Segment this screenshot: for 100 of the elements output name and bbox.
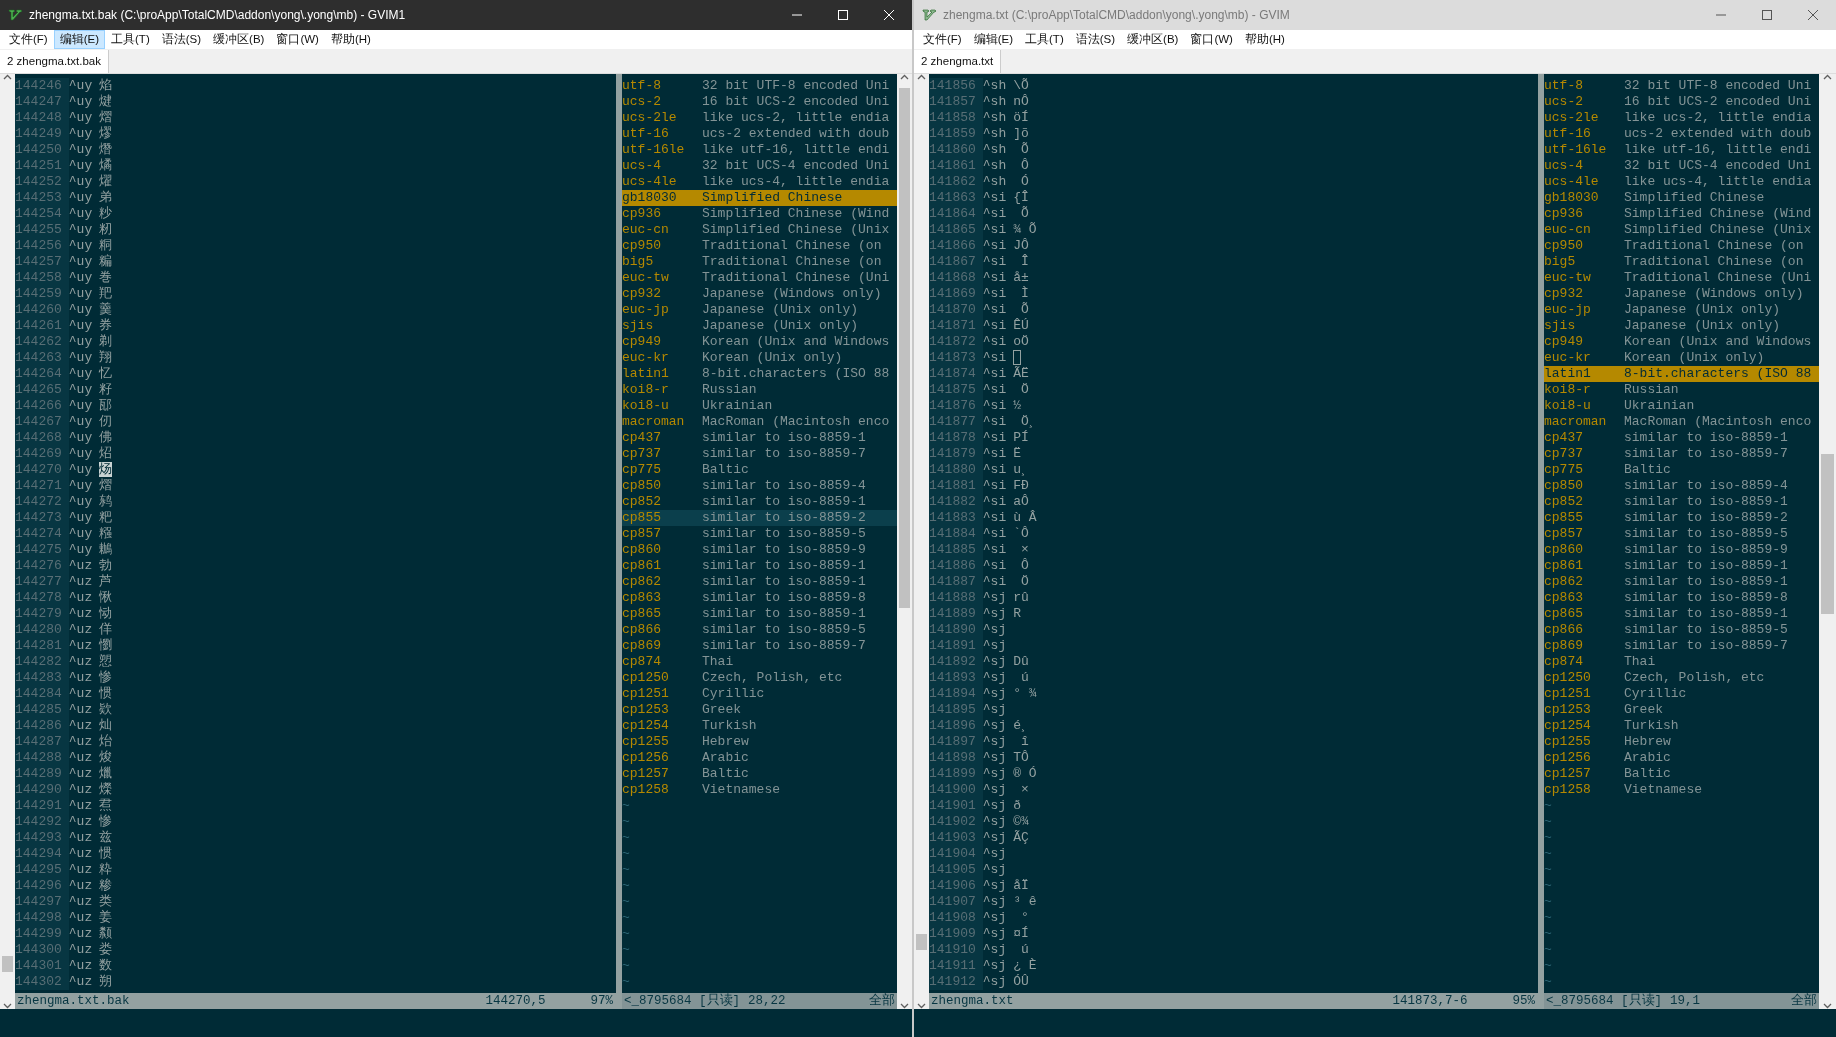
line-text: î [1020,734,1029,750]
menu-item[interactable]: 文件(F) [917,30,968,49]
line-code: ^uy [68,270,93,286]
scrollbar[interactable] [914,74,929,1009]
line-text: ÓÛ [1013,974,1029,990]
scroll-down-icon[interactable] [1823,1003,1832,1009]
line-code: ^uz [68,654,93,670]
encoding-name: ucs-2 [622,94,662,110]
encoding-name: cp1258 [1544,782,1592,798]
encoding-description: 32 bit UCS-4 encoded Uni [1624,158,1812,174]
line-text: ù Â [1013,510,1037,526]
scroll-up-icon[interactable] [3,74,12,80]
line-number: 141879 [929,446,983,462]
encoding-description: similar to iso-8859-1 [1624,606,1788,622]
line-code: ^uy [68,478,93,494]
line-code: ^uy [68,174,93,190]
filler-line: ~ [622,862,631,878]
menu-item[interactable]: 窗口(W) [1184,30,1239,49]
line-text: 佛 [99,430,113,446]
line-number: 141885 [929,542,983,558]
line-number: 144252 [15,174,69,190]
line-code: ^si [982,238,1007,254]
line-text: Î [1020,254,1029,270]
menu-item[interactable]: 语法(S) [155,30,208,49]
tab[interactable]: 2 zhengma.txt.bak [0,49,109,73]
menu-item[interactable]: 帮助(H) [324,30,377,49]
window-title: zhengma.txt.bak (C:\proApp\TotalCMD\addon\yong\.yong\mb) - GVIM1 [29,7,406,24]
menu-item[interactable]: 工具(T) [105,30,156,49]
line-code: ^sj [982,974,1007,990]
line-code: ^sh [982,78,1007,94]
line-text: Ë [1013,446,1022,462]
menu-item[interactable]: 缓冲区(B) [1121,30,1185,49]
encoding-name: cp1257 [622,766,670,782]
line-number: 141881 [929,478,983,494]
encoding-name: cp1251 [622,686,670,702]
menu-item[interactable]: 语法(S) [1069,30,1122,49]
line-number: 141871 [929,318,983,334]
encoding-description: similar to iso-8859-4 [702,478,866,494]
encoding-description: like ucs-4, little endia [702,174,890,190]
line-code: ^si [982,414,1007,430]
maximize-icon [1762,10,1772,20]
line-code: ^uz [68,750,93,766]
line-text: 炲 [99,734,113,750]
line-code: ^sj [982,686,1007,702]
menu-item[interactable]: 编辑(E) [53,30,106,49]
line-code: ^uz [68,862,93,878]
line-code: ^uy [68,366,93,382]
encoding-description: similar to iso-8859-1 [1624,558,1788,574]
line-code: ^uy [68,94,93,110]
scroll-down-icon[interactable] [3,1003,12,1009]
encoding-description: similar to iso-8859-5 [702,526,866,542]
menu-item[interactable]: 编辑(E) [967,30,1020,49]
encoding-description: similar to iso-8859-2 [702,510,866,526]
line-number: 144261 [15,318,69,334]
scrollbar-thumb[interactable] [2,956,13,972]
menu-item[interactable]: 文件(F) [3,30,54,49]
encoding-name: cp1255 [622,734,670,750]
menu-item[interactable]: 工具(T) [1019,30,1070,49]
encoding-name: koi8-r [622,382,670,398]
line-number: 141897 [929,734,983,750]
line-text: 惯 [99,686,113,702]
line-code: ^sj [982,862,1007,878]
line-text: 粆 [99,206,113,222]
line-code: ^si [982,350,1007,366]
line-code: ^uy [68,142,93,158]
encoding-description: similar to iso-8859-8 [702,590,866,606]
encoding-name: big5 [622,254,655,270]
encoding-name: ucs-4 [1544,158,1584,174]
encoding-description: similar to iso-8859-4 [1624,478,1788,494]
line-code: ^sh [982,110,1007,126]
line-text: JÔ [1013,238,1029,254]
scrollbar-thumb[interactable] [916,934,927,950]
menu-item[interactable]: 帮助(H) [1238,30,1291,49]
line-number: 141869 [929,286,983,302]
menu-item[interactable]: 缓冲区(B) [207,30,271,49]
scrollbar-thumb[interactable] [899,88,910,608]
line-text: 鶒 [99,542,113,558]
line-text: 粡 [99,238,113,254]
line-code: ^uy [68,430,93,446]
line-code: ^sj [982,638,1007,654]
encoding-name: cp863 [622,590,662,606]
scrollbar[interactable] [897,74,912,1009]
line-text: FÐ [1013,478,1029,494]
line-code: ^sj [982,798,1007,814]
scrollbar[interactable] [1819,74,1836,1009]
line-number: 144281 [15,638,69,654]
filler-line: ~ [622,926,631,942]
line-text: 翔 [99,350,113,366]
scroll-up-icon[interactable] [1823,74,1832,80]
scrollbar[interactable] [0,74,15,1009]
scrollbar-thumb[interactable] [1821,454,1834,614]
encoding-description: Russian [702,382,757,398]
line-number: 144269 [15,446,69,462]
line-number: 141873 [929,350,983,366]
encoding-description: similar to iso-8859-1 [702,494,866,510]
line-text: ÃË [1013,366,1029,382]
tab[interactable]: 2 zhengma.txt [914,49,1002,73]
menu-item[interactable]: 窗口(W) [270,30,325,49]
line-text: Õ [1020,206,1029,222]
line-number: 144282 [15,654,69,670]
